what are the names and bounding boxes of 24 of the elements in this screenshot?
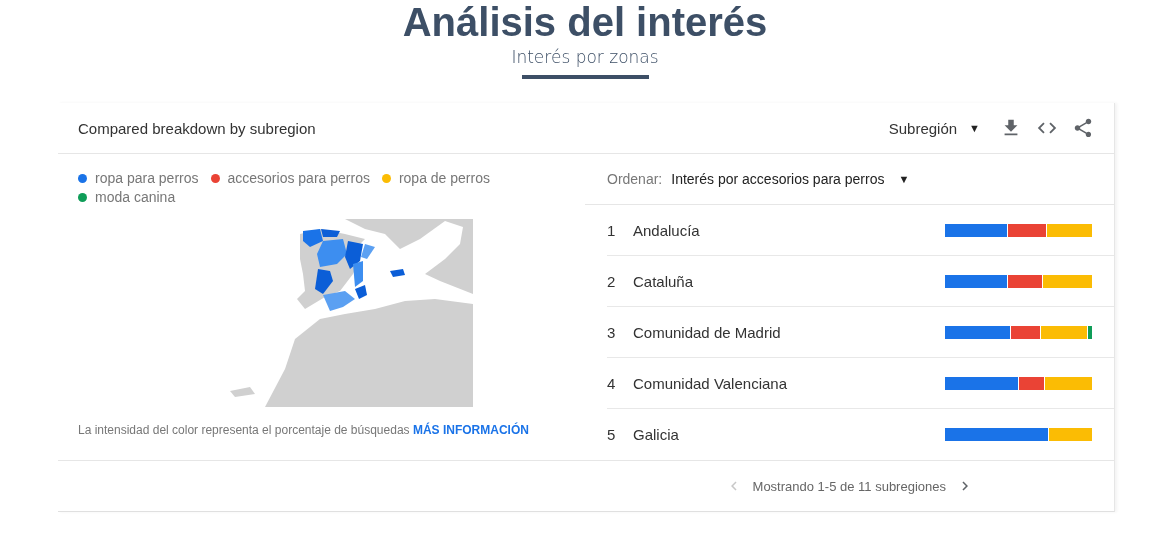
sort-dropdown[interactable]: Interés por accesorios para perros ▼: [671, 171, 910, 187]
share-icon[interactable]: [1072, 117, 1094, 139]
more-info-link[interactable]: MÁS INFORMACIÓN: [412, 423, 529, 437]
legend-label: ropa para perros: [95, 170, 199, 186]
rank-number: 3: [607, 323, 617, 341]
region-name[interactable]: Cataluña: [633, 272, 945, 290]
page-subtitle: Interés por zonas: [511, 47, 659, 67]
rank-number: 2: [607, 272, 617, 290]
legend-label: ropa de perros: [398, 170, 490, 186]
rank-number: 5: [607, 426, 617, 443]
card-title: Compared breakdown by subregion: [78, 119, 316, 137]
map-note: La intensidad del color representa el porcentaje de búsquedas MÁS INFORMACIÓN: [78, 423, 530, 437]
region-name[interactable]: Galicia: [633, 426, 945, 443]
legend-label: moda canina: [95, 189, 176, 205]
rank-number: 4: [607, 374, 617, 392]
region-name[interactable]: Andalucía: [633, 221, 945, 239]
pagination-text: Mostrando 1-5 de 11 subregiones: [752, 478, 946, 494]
rank-number: 1: [607, 221, 617, 239]
region-name[interactable]: Comunidad de Madrid: [633, 323, 945, 341]
legend-label: accesorios para perros: [227, 170, 370, 186]
page-title: Análisis del interés: [402, 0, 768, 44]
resolution-dropdown[interactable]: Subregión ▼: [888, 119, 980, 137]
sort-label: Ordenar:: [607, 171, 663, 187]
region-name[interactable]: Comunidad Valenciana: [633, 374, 945, 392]
